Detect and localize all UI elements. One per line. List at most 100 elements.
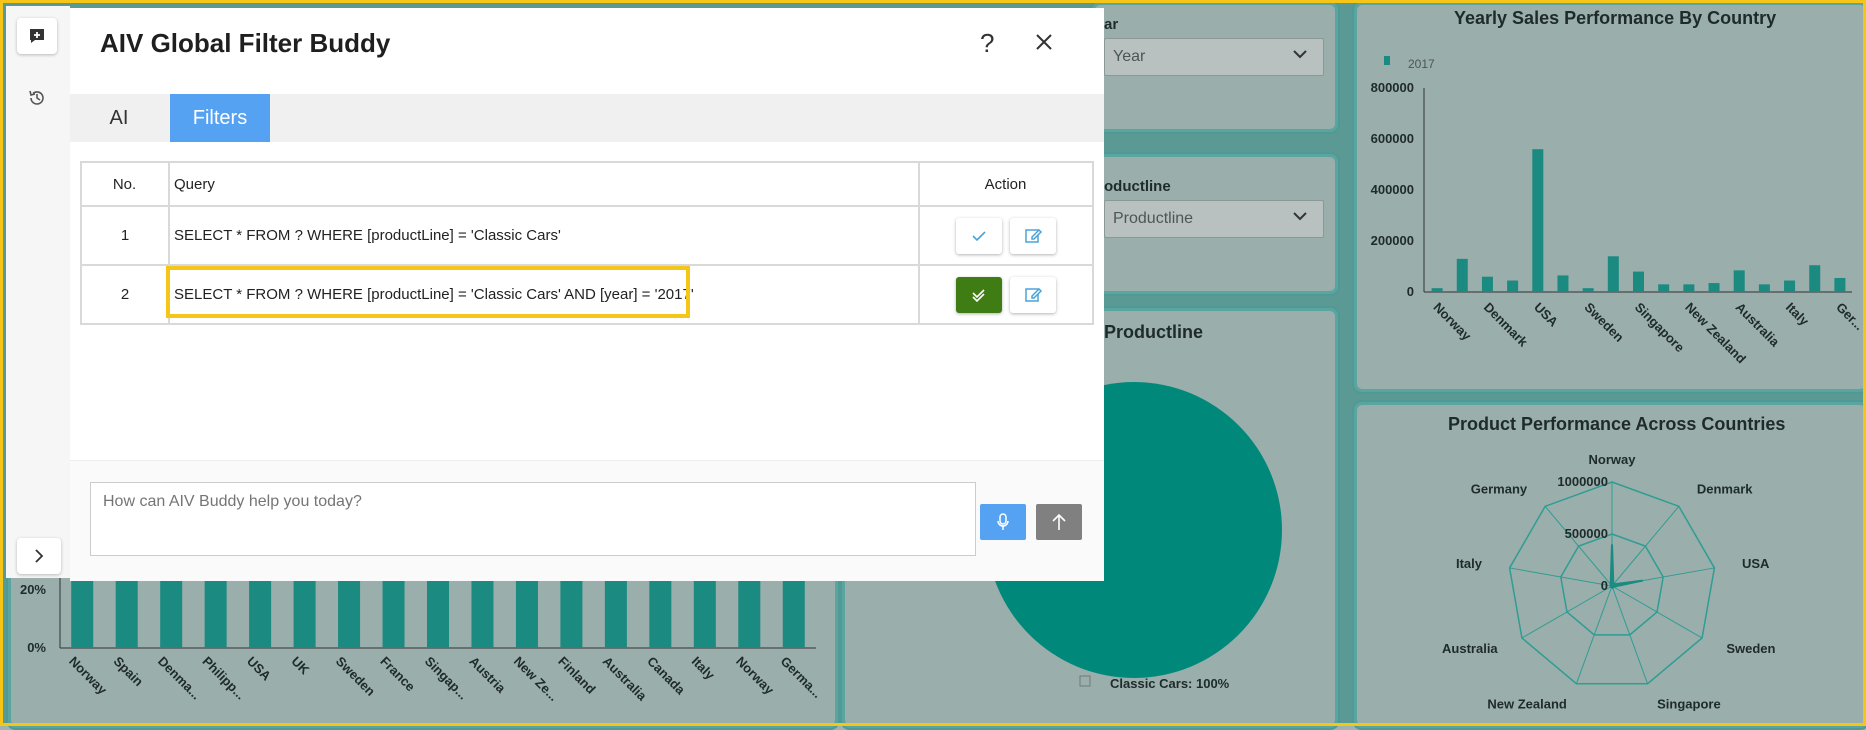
x-tick-label: Italy: [689, 654, 719, 684]
x-tick-label: Norway: [733, 654, 777, 698]
radar-axis-label: Germany: [1471, 481, 1528, 496]
radar-tick-label: 1000000: [1557, 474, 1608, 489]
radar-spoke: [1521, 585, 1613, 639]
left-bar-chart: 20%0%Norway Spain Denma...Philipp...USA UK S…: [20, 562, 825, 704]
x-tick-label: Sweden: [1582, 300, 1627, 345]
new-chat-icon: [30, 29, 44, 43]
bar: [1557, 275, 1569, 292]
y-tick-label: 200000: [1371, 233, 1414, 248]
applied-filter-button[interactable]: [955, 276, 1002, 313]
close-icon[interactable]: [1030, 28, 1058, 56]
productline-select[interactable]: Productline: [1104, 200, 1324, 238]
x-tick-label: Spain: [111, 654, 147, 690]
radar-axis-label: Sweden: [1726, 641, 1775, 656]
radar-spoke: [1544, 506, 1613, 587]
x-tick-label: Finland: [555, 654, 598, 697]
col-query-header: Query: [168, 161, 920, 207]
bar: [1607, 256, 1619, 292]
radar-spoke: [1611, 585, 1703, 639]
history-button[interactable]: [17, 80, 57, 116]
legend-label: 2017: [1408, 57, 1435, 71]
tab-bar: AI Filters: [70, 94, 1104, 142]
chevron-down-icon: [1293, 212, 1307, 221]
bar: [1758, 284, 1770, 292]
x-tick-label: Germa...: [778, 654, 825, 701]
table-header-row: No. Query Action: [80, 161, 1094, 207]
radar-tick-label: 0: [1601, 578, 1608, 593]
x-tick-label: Ger...: [1833, 300, 1866, 334]
edit-filter-button[interactable]: [1010, 217, 1057, 254]
radar-axis-label: Australia: [1442, 641, 1498, 656]
tab-filters[interactable]: Filters: [170, 94, 270, 142]
x-tick-label: Philipp...: [200, 654, 249, 703]
radar-spoke: [1611, 506, 1680, 587]
filter-buddy-dialog: AIV Global Filter Buddy ? AI Filters No.…: [70, 8, 1104, 581]
send-button[interactable]: [1036, 504, 1082, 540]
help-icon[interactable]: ?: [980, 28, 994, 59]
x-tick-label: USA: [1531, 300, 1561, 330]
col-no-header: No.: [80, 161, 170, 207]
year-select[interactable]: Year: [1104, 38, 1324, 76]
history-icon: [29, 90, 44, 105]
radar-panel: Product Performance Across Countries Nor…: [1352, 400, 1866, 730]
chat-input[interactable]: [90, 482, 976, 556]
x-tick-label: New Ze...: [511, 654, 561, 704]
microphone-button[interactable]: [980, 504, 1026, 540]
chevron-down-icon: [1293, 50, 1307, 59]
x-tick-label: Sweden: [333, 654, 378, 699]
x-tick-label: Canada: [644, 654, 688, 698]
bar: [1733, 270, 1745, 292]
x-tick-label: France: [377, 654, 418, 695]
year-select-value: Year: [1113, 48, 1146, 65]
chevron-right-icon: [35, 549, 44, 563]
edit-icon: [1025, 228, 1043, 243]
left-nav: [6, 6, 70, 578]
bar: [1809, 265, 1821, 292]
radar-axis-label: Singapore: [1657, 696, 1721, 711]
x-tick-label: Norway: [1430, 300, 1474, 344]
expand-sidebar-button[interactable]: [17, 538, 61, 574]
arrow-up-icon: [1052, 513, 1066, 530]
x-tick-label: Austria: [466, 654, 509, 697]
bar: [1658, 284, 1670, 292]
productline-select-value: Productline: [1113, 210, 1194, 227]
new-chat-button[interactable]: [17, 18, 57, 54]
row-number: 1: [80, 205, 170, 266]
y-tick-label: 0%: [27, 640, 46, 655]
bar: [1633, 271, 1644, 292]
year-filter-label: ar: [1104, 16, 1119, 33]
apply-filter-button[interactable]: [955, 217, 1002, 254]
bar: [1507, 280, 1519, 292]
row-actions: [918, 205, 1094, 266]
pie-legend-swatch: [1079, 675, 1091, 687]
row-actions: [918, 264, 1094, 325]
productline-filter-panel: oductline Productline: [1090, 152, 1340, 296]
check-icon: [972, 230, 986, 241]
edit-filter-button[interactable]: [1010, 276, 1057, 313]
bar: [1481, 276, 1493, 292]
query-table: No. Query Action 1 SELECT * FROM ? WHERE…: [80, 161, 1094, 325]
radar-axis-label: USA: [1742, 556, 1770, 571]
x-tick-label: Denma...: [155, 654, 204, 703]
table-row: 1 SELECT * FROM ? WHERE [productLine] = …: [80, 205, 1094, 266]
x-tick-label: Singap...: [422, 654, 471, 703]
bar: [1532, 149, 1544, 292]
y-tick-label: 20%: [20, 582, 46, 597]
yearly-sales-panel: Yearly Sales Performance By Country 2017…: [1352, 0, 1866, 394]
radar-axis-label: Denmark: [1697, 481, 1753, 496]
left-bar-chart-panel: 20% 0% Norway Spain Denma... Philipp... USA UK S…: [6, 560, 840, 730]
table-row: 2 SELECT * FROM ? WHERE [productLine] = …: [80, 264, 1094, 325]
pie-legend-label: Classic Cars: 100%: [1110, 676, 1230, 691]
bar: [1784, 280, 1796, 292]
radar-axis-label: Italy: [1456, 556, 1483, 571]
y-tick-label: 400000: [1371, 182, 1414, 197]
y-tick-label: 600000: [1371, 131, 1414, 146]
tab-ai[interactable]: AI: [70, 94, 168, 142]
microphone-icon: [997, 513, 1009, 530]
yearly-sales-chart: 2017 800000 600000 400000 200000 0 Norway Denma…: [1371, 56, 1866, 366]
bar: [1431, 288, 1443, 292]
x-tick-label: Denmark: [1481, 300, 1531, 350]
x-tick-label: USA: [244, 654, 274, 684]
radar-axis-label: New Zealand: [1487, 696, 1567, 711]
bar: [1456, 258, 1468, 292]
